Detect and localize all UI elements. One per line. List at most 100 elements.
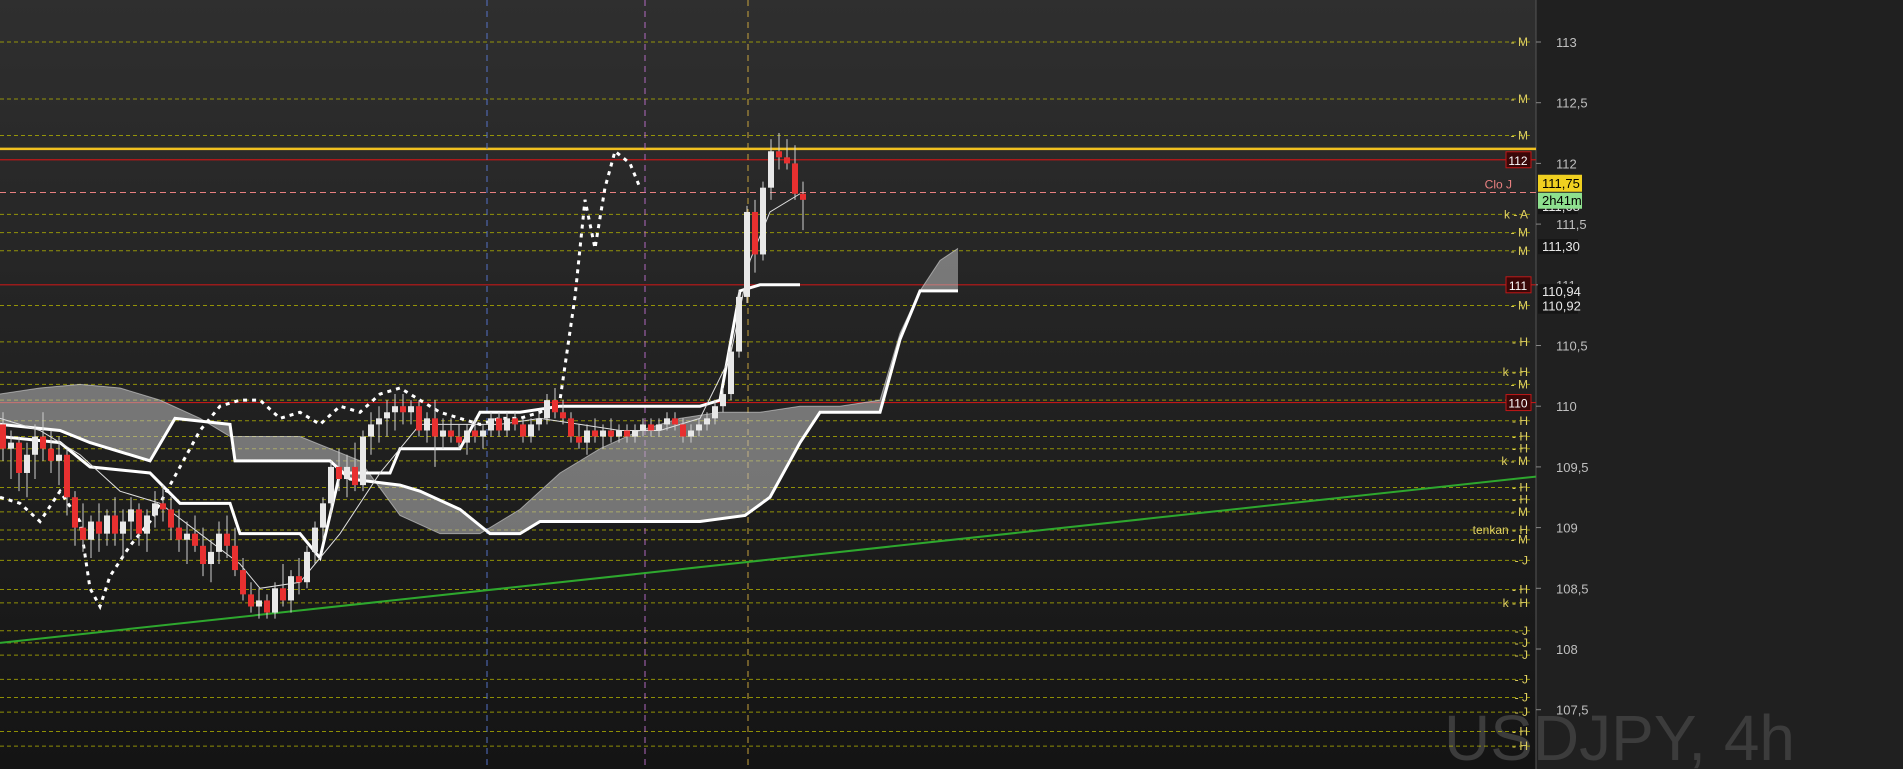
candle-bullish: [664, 418, 670, 425]
candle-bearish: [776, 151, 782, 158]
candle-bearish: [200, 545, 206, 565]
candle-bullish: [256, 600, 262, 607]
price-axis-panel: [1536, 0, 1903, 769]
level-label: k - A: [1504, 207, 1528, 221]
candle-bullish: [584, 430, 590, 443]
usdjpy-4h-chart: USDJPY, 4h- M- M- Mk - A- M- M- M- Hk - …: [0, 0, 1903, 769]
candle-bearish: [112, 515, 118, 534]
candle-bearish: [448, 430, 454, 437]
y-tick-label: 111,5: [1556, 217, 1587, 232]
candle-bullish: [528, 424, 534, 437]
candle-bearish: [648, 424, 654, 431]
level-label: - M: [1511, 244, 1528, 258]
y-tick-label: 109: [1556, 521, 1578, 536]
y-tick-label: 107,5: [1556, 703, 1589, 718]
candle-bearish: [592, 430, 598, 437]
candle-bullish: [544, 400, 550, 419]
candle-bullish: [104, 515, 110, 534]
candle-bearish: [72, 497, 78, 528]
countdown-label: 2h41m: [1542, 193, 1582, 208]
candle-bullish: [368, 424, 374, 437]
level-label: - J: [1515, 672, 1528, 686]
candle-bearish: [192, 533, 198, 546]
candle-bullish: [8, 442, 14, 449]
level-label: - M: [1511, 505, 1528, 519]
candle-bullish: [656, 424, 662, 431]
candle-bearish: [16, 442, 22, 473]
candle-bullish: [640, 424, 646, 431]
candle-bearish: [576, 436, 582, 443]
price-tag-label: 111,30: [1542, 239, 1580, 254]
candle-bearish: [784, 157, 790, 164]
level-label: - M: [1511, 35, 1528, 49]
candle-bearish: [416, 406, 422, 431]
y-tick-label: 108: [1556, 642, 1578, 657]
candle-bullish: [704, 418, 710, 425]
candle-bullish: [696, 424, 702, 431]
level-label: k - M: [1501, 454, 1528, 468]
candle-bearish: [224, 533, 230, 546]
level-label: - H: [1512, 414, 1528, 428]
candle-bullish: [720, 394, 726, 407]
candle-bearish: [232, 545, 238, 571]
y-tick-label: 112: [1556, 156, 1577, 171]
level-label: - M: [1511, 377, 1528, 391]
y-tick-label: 110,5: [1556, 339, 1588, 354]
y-tick-label: 113: [1556, 35, 1577, 50]
candle-bearish: [680, 424, 686, 437]
level-label: - M: [1511, 92, 1528, 106]
clo-j-label: Clo J: [1485, 178, 1512, 192]
level-label: - J: [1515, 691, 1528, 705]
candle-bullish: [208, 551, 214, 565]
candle-bullish: [736, 296, 742, 352]
chart-container: USDJPY, 4h - M- M- Mk - A- M- M- M- Hk - …: [0, 0, 1903, 769]
red-level-label: 111: [1509, 279, 1528, 293]
candle-bearish: [552, 400, 558, 413]
y-tick-label: 110: [1556, 399, 1577, 414]
candle-bullish: [600, 430, 606, 437]
candle-bullish: [488, 418, 494, 431]
candle-bearish: [264, 600, 270, 613]
red-level-label: 110: [1508, 397, 1527, 411]
current-price-label: 111,75: [1542, 176, 1580, 191]
candle-bearish: [96, 521, 102, 534]
candle-bullish: [216, 533, 222, 552]
candle-bearish: [432, 418, 438, 437]
candle-bearish: [136, 509, 142, 534]
candle-bearish: [0, 424, 6, 449]
level-label: - H: [1512, 583, 1528, 597]
candle-bearish: [248, 594, 254, 607]
candle-bullish: [384, 412, 390, 419]
candle-bullish: [88, 521, 94, 540]
level-label: - J: [1515, 705, 1528, 719]
candle-bullish: [376, 418, 382, 425]
level-label: - H: [1512, 335, 1528, 349]
candle-bullish: [144, 515, 150, 534]
candle-bearish: [608, 430, 614, 437]
candle-bearish: [792, 163, 798, 194]
candle-bullish: [128, 509, 134, 522]
candle-bearish: [520, 424, 526, 437]
candle-bearish: [752, 211, 758, 255]
level-label: - M: [1511, 298, 1528, 312]
candle-bearish: [496, 418, 502, 431]
candle-bearish: [352, 466, 358, 486]
candle-bearish: [280, 588, 286, 601]
candle-bearish: [568, 418, 574, 437]
candle-bearish: [168, 509, 174, 528]
candle-bearish: [48, 448, 54, 461]
level-label: - H: [1512, 725, 1528, 739]
candle-bullish: [464, 430, 470, 443]
candle-bullish: [304, 551, 310, 583]
level-label: k - H: [1503, 596, 1528, 610]
candle-bullish: [536, 418, 542, 425]
candle-bullish: [744, 211, 750, 297]
candle-bearish: [336, 466, 342, 480]
candle-bullish: [480, 430, 486, 437]
candle-bearish: [624, 430, 630, 437]
candle-bullish: [768, 151, 774, 188]
level-label: - J: [1515, 553, 1528, 567]
y-tick-label: 108,5: [1556, 581, 1589, 596]
candle-bullish: [392, 406, 398, 413]
candle-bullish: [408, 406, 414, 413]
